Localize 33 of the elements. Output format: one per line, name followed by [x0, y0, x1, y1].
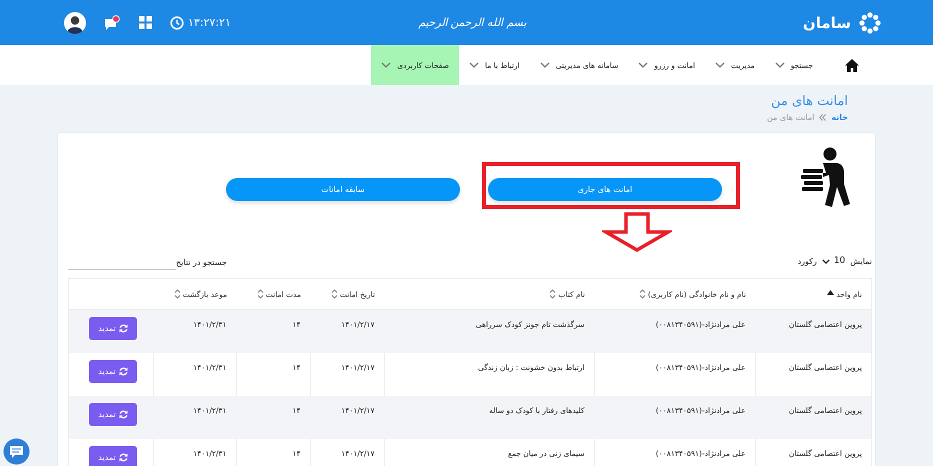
- renew-button[interactable]: تمدید: [89, 317, 137, 340]
- refresh-icon: [118, 366, 128, 376]
- chevron-down-icon: [822, 258, 830, 264]
- message-icon[interactable]: [104, 14, 121, 30]
- refresh-icon: [118, 324, 128, 333]
- chevron-down-icon: [715, 62, 726, 68]
- grid-icon[interactable]: [139, 16, 152, 29]
- length-label: نمایش: [850, 256, 872, 266]
- clock-icon: [170, 16, 184, 30]
- calligraphy-text: بسم الله الرحمن الرحیم: [418, 16, 527, 29]
- breadcrumb-current: امانت های من: [766, 113, 814, 122]
- length-label: رکورد: [798, 256, 817, 266]
- chevron-down-icon: [381, 62, 392, 68]
- renew-button[interactable]: تمدید: [89, 402, 137, 426]
- page-size-select[interactable]: 10: [822, 256, 846, 266]
- chat-icon[interactable]: [3, 438, 30, 465]
- clock-time: ۱۳:۲۷:۲۱: [188, 16, 231, 29]
- chevron-down-icon: [468, 62, 479, 68]
- chevron-down-icon: [540, 62, 550, 68]
- renew-button[interactable]: تمدید: [89, 446, 137, 466]
- renew-button[interactable]: تمدید: [89, 360, 137, 382]
- home-icon[interactable]: [845, 58, 859, 72]
- avatar-icon[interactable]: [64, 12, 86, 34]
- logo-text: سامان: [802, 14, 851, 32]
- chevron-down-icon: [774, 62, 785, 68]
- refresh-icon: [118, 410, 128, 418]
- page-title: امانت های من: [770, 94, 848, 109]
- refresh-icon: [118, 452, 128, 462]
- double-chevron-icon: [819, 114, 826, 121]
- search-label: جستجو در نتایج: [176, 258, 227, 269]
- annotation-arrow-icon: [602, 212, 672, 252]
- chevron-down-icon: [638, 62, 648, 68]
- flower-logo-icon: [859, 12, 881, 34]
